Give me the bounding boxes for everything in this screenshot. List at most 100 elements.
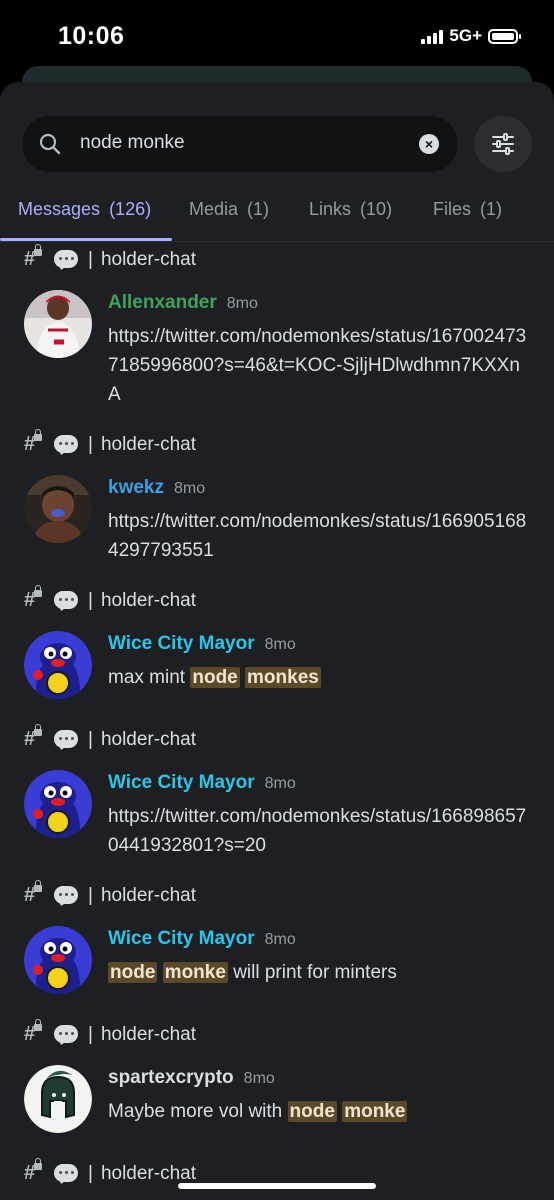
status-time: 10:06 — [58, 22, 125, 50]
penguin-avatar[interactable] — [24, 770, 92, 838]
tab-label: Messages — [18, 199, 101, 219]
search-icon — [39, 133, 61, 155]
tab-count: (126) — [109, 199, 152, 219]
spartan-helmet-avatar[interactable] — [24, 1065, 92, 1133]
channel-row: # | holder-chat — [24, 1158, 196, 1186]
message-time: 8mo — [264, 636, 296, 653]
author-name[interactable]: Wice City Mayor — [108, 772, 255, 794]
network-type: 5G+ — [449, 26, 482, 45]
message-text: max mint — [108, 667, 191, 688]
message-header: Allenxander 8mo — [108, 292, 258, 314]
channel-separator: | — [88, 590, 93, 611]
tab-label: Links — [309, 199, 352, 219]
tab-count: (1) — [480, 199, 503, 219]
chat-bubble-icon — [54, 730, 78, 752]
author-name[interactable]: spartexcrypto — [108, 1067, 234, 1089]
channel-row: # | holder-chat — [24, 244, 196, 272]
channel-separator: | — [88, 885, 93, 906]
chat-bubble-icon — [54, 435, 78, 457]
message-time: 8mo — [264, 775, 296, 792]
search-query[interactable]: node monke — [80, 132, 185, 154]
status-bar: 10:06 5G+ — [0, 0, 554, 70]
tab-links[interactable]: Links (10) — [309, 199, 392, 220]
channel-name: holder-chat — [100, 590, 196, 611]
signal-icon — [421, 28, 444, 44]
message-body[interactable]: Maybe more vol with node monke — [108, 1097, 528, 1126]
locked-channel-icon: # — [24, 880, 46, 907]
message-body[interactable]: max mint node monkes — [108, 663, 528, 692]
status-indicators: 5G+ — [421, 26, 521, 46]
author-name[interactable]: Wice City Mayor — [108, 633, 255, 655]
author-name[interactable]: kwekz — [108, 477, 164, 499]
tab-count: (1) — [247, 199, 270, 219]
channel-separator: | — [88, 1163, 93, 1184]
locked-channel-icon: # — [24, 1019, 46, 1046]
search-highlight: node — [190, 667, 240, 688]
message-header: Wice City Mayor 8mo — [108, 633, 296, 655]
locked-channel-icon: # — [24, 585, 46, 612]
filter-button[interactable] — [474, 116, 532, 172]
author-name[interactable]: Allenxander — [108, 292, 217, 314]
tab-label: Files — [433, 199, 472, 219]
message-header: kwekz 8mo — [108, 477, 205, 499]
locked-channel-icon: # — [24, 429, 46, 456]
message-time: 8mo — [243, 1070, 275, 1087]
message-header: spartexcrypto 8mo — [108, 1067, 275, 1089]
channel-row: # | holder-chat — [24, 585, 196, 613]
tab-count: (10) — [360, 199, 393, 219]
message-text: will print for minters — [227, 962, 397, 983]
divider — [0, 241, 554, 242]
message-header: Wice City Mayor 8mo — [108, 928, 296, 950]
home-indicator[interactable] — [178, 1183, 376, 1189]
channel-separator: | — [88, 729, 93, 750]
channel-row: # | holder-chat — [24, 724, 196, 752]
message-header: Wice City Mayor 8mo — [108, 772, 296, 794]
message-time: 8mo — [264, 931, 296, 948]
chat-bubble-icon — [54, 1025, 78, 1047]
search-highlight: monkes — [245, 667, 321, 688]
sliders-icon — [492, 133, 514, 155]
channel-name: holder-chat — [100, 729, 196, 750]
wrestler-avatar[interactable] — [24, 475, 92, 543]
chat-bubble-icon — [54, 1164, 78, 1186]
message-body[interactable]: node monke will print for minters — [108, 958, 528, 987]
channel-row: # | holder-chat — [24, 880, 196, 908]
tab-media[interactable]: Media (1) — [189, 199, 269, 220]
chat-bubble-icon — [54, 591, 78, 613]
battery-icon — [488, 28, 521, 44]
search-highlight: monke — [162, 962, 228, 983]
channel-row: # | holder-chat — [24, 1019, 196, 1047]
message-body[interactable]: https://twitter.com/nodemonkes/status/16… — [108, 322, 528, 409]
message-body[interactable]: https://twitter.com/nodemonkes/status/16… — [108, 507, 528, 565]
search-highlight: node — [287, 1101, 337, 1122]
channel-name: holder-chat — [100, 434, 196, 455]
channel-name: holder-chat — [100, 885, 196, 906]
penguin-avatar[interactable] — [24, 631, 92, 699]
locked-channel-icon: # — [24, 244, 46, 271]
message-text: Maybe more vol with — [108, 1101, 288, 1122]
channel-separator: | — [88, 434, 93, 455]
tab-files[interactable]: Files (1) — [433, 199, 502, 220]
tab-messages[interactable]: Messages (126) — [18, 199, 151, 220]
channel-row: # | holder-chat — [24, 429, 196, 457]
author-name[interactable]: Wice City Mayor — [108, 928, 255, 950]
channel-separator: | — [88, 249, 93, 270]
basketball-player-avatar[interactable] — [24, 290, 92, 358]
search-input[interactable]: node monke × — [22, 116, 458, 172]
message-time: 8mo — [173, 480, 206, 497]
channel-name: holder-chat — [100, 1163, 196, 1184]
search-highlight: node — [108, 962, 158, 983]
message-body[interactable]: https://twitter.com/nodemonkes/status/16… — [108, 802, 528, 860]
chat-bubble-icon — [54, 886, 78, 908]
channel-name: holder-chat — [100, 1024, 196, 1045]
clear-search-button[interactable]: × — [419, 134, 439, 154]
tab-label: Media — [189, 199, 239, 219]
locked-channel-icon: # — [24, 1158, 46, 1185]
chat-bubble-icon — [54, 250, 78, 272]
penguin-avatar[interactable] — [24, 926, 92, 994]
search-highlight: monke — [342, 1101, 408, 1122]
message-time: 8mo — [226, 295, 258, 312]
locked-channel-icon: # — [24, 724, 46, 751]
result-tabs: Messages (126) Media (1) Links (10) File… — [0, 192, 554, 242]
channel-name: holder-chat — [100, 249, 196, 270]
